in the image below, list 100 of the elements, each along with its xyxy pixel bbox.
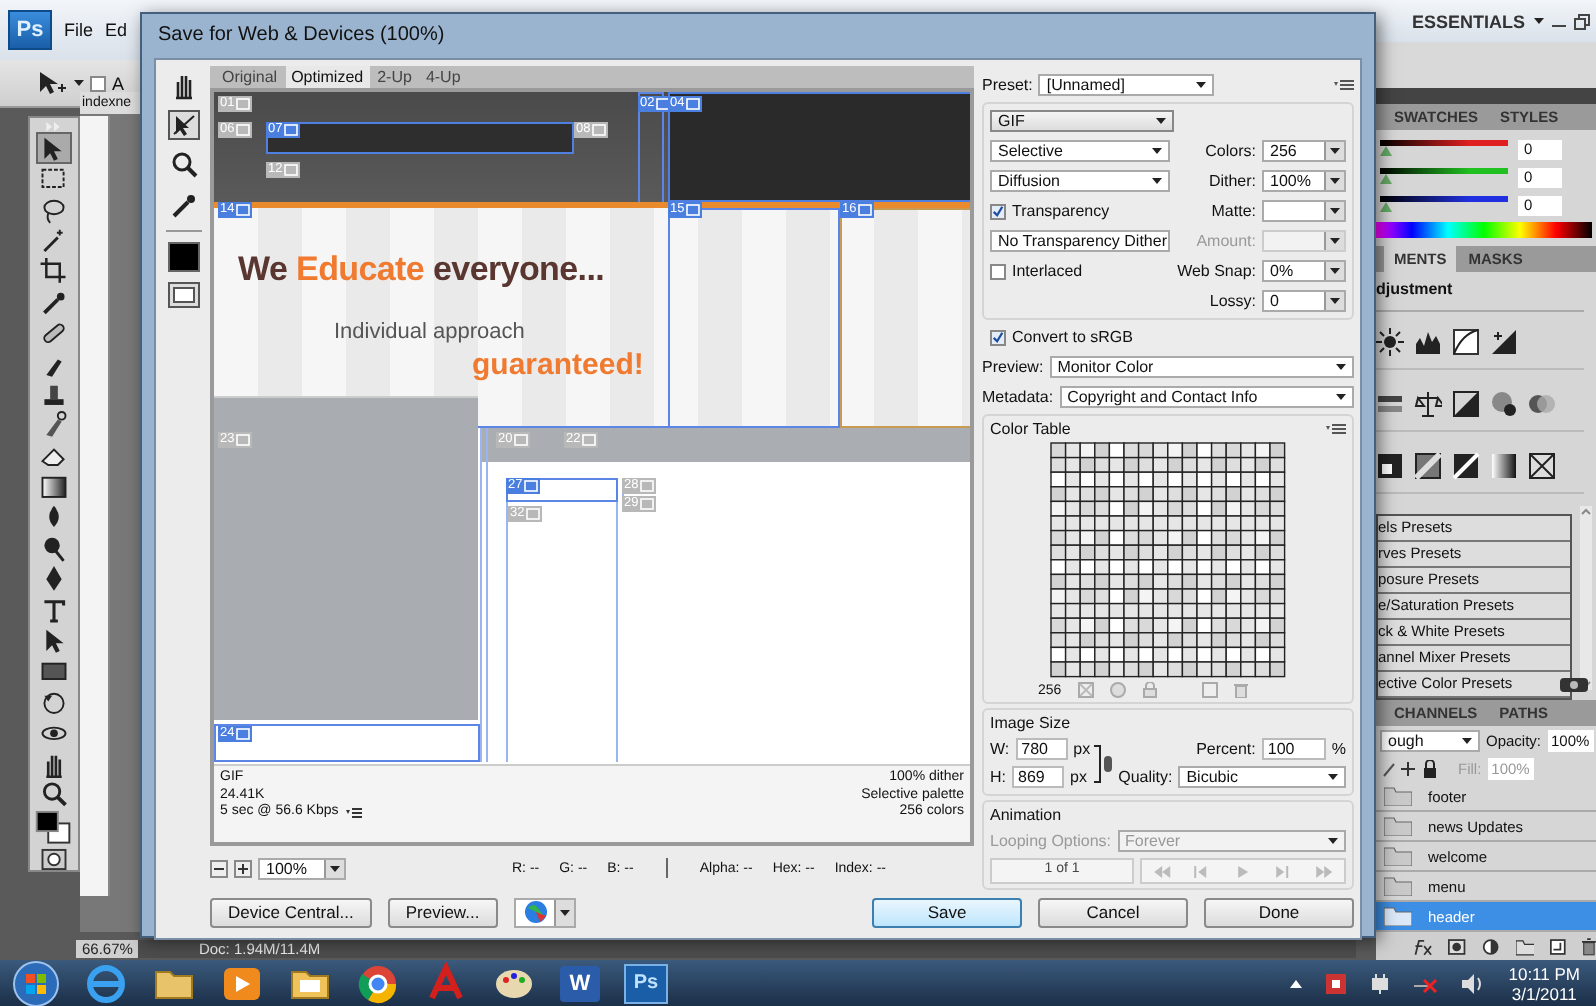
photoshop-app-icon[interactable]: Ps xyxy=(624,963,668,1003)
toggle-slices-icon[interactable] xyxy=(168,282,200,308)
folder-icon xyxy=(1384,876,1412,896)
folder-icon[interactable] xyxy=(1515,937,1535,955)
dialog-button[interactable]: Device Central... xyxy=(210,897,372,927)
checkbox[interactable] xyxy=(990,329,1006,345)
browser-circle-icon[interactable] xyxy=(356,961,400,1005)
color-slider[interactable] xyxy=(1380,168,1508,187)
gradient-square-icon[interactable] xyxy=(1414,452,1442,480)
color-swatch-grid[interactable] xyxy=(1050,442,1286,678)
sun-icon[interactable] xyxy=(1376,328,1404,356)
checkbox[interactable] xyxy=(990,203,1006,219)
color-spectrum-bar[interactable] xyxy=(1376,222,1592,239)
blend-mode-dropdown[interactable]: ough xyxy=(1380,729,1480,751)
new-layer-icon[interactable] xyxy=(1550,937,1567,955)
color-reduction-dropdown[interactable]: Selective xyxy=(990,140,1170,162)
field-label: Preview: xyxy=(982,358,1044,376)
workspace-switcher[interactable]: ESSENTIALS xyxy=(1412,11,1526,32)
plus-minus-icon[interactable] xyxy=(1490,328,1518,356)
field-label: Amount: xyxy=(1194,232,1256,250)
crop-tool-icon[interactable] xyxy=(38,256,70,286)
diagonal-stripes-icon[interactable] xyxy=(1452,452,1480,480)
zoom-in-button[interactable] xyxy=(234,859,252,877)
dodge-tool-icon[interactable] xyxy=(38,533,70,563)
scales-icon[interactable] xyxy=(1414,390,1442,418)
eyedropper-icon[interactable] xyxy=(38,287,70,317)
quick-mask-icon[interactable] xyxy=(40,847,68,871)
trash-icon[interactable] xyxy=(1582,937,1596,955)
up-arrow-icon[interactable] xyxy=(1290,979,1303,987)
bars-icon[interactable] xyxy=(1376,390,1404,418)
gradient-tool-icon[interactable] xyxy=(38,472,70,501)
network-error-icon[interactable] xyxy=(1414,973,1439,993)
mask-icon[interactable] xyxy=(1448,937,1467,955)
metadata-dropdown[interactable]: Copyright and Contact Info xyxy=(1059,386,1354,408)
new-color-icon[interactable] xyxy=(1201,682,1218,698)
menu-icon[interactable] xyxy=(346,807,363,818)
lossy-field[interactable]: 0 xyxy=(1262,290,1346,312)
zoom-dropdown[interactable]: 100% xyxy=(258,857,346,879)
web-snap-field[interactable]: 0% xyxy=(1262,260,1346,282)
text-field[interactable]: 869 xyxy=(1012,766,1064,788)
crossed-square-icon[interactable] xyxy=(1528,452,1556,480)
speaker-icon[interactable] xyxy=(1462,973,1485,993)
view-tab[interactable]: Original xyxy=(216,66,284,88)
zoom-icon[interactable] xyxy=(38,780,70,809)
panel-menu-icon[interactable] xyxy=(1326,424,1346,434)
camera-icon[interactable] xyxy=(1560,674,1588,692)
format-dropdown[interactable]: GIF xyxy=(990,110,1174,132)
browser-dropdown[interactable] xyxy=(513,897,576,927)
pdf-icon[interactable] xyxy=(424,961,468,1005)
dither-method-dropdown[interactable]: Diffusion xyxy=(990,170,1170,192)
gradient-bar-icon[interactable] xyxy=(1490,452,1518,480)
half-circle-icon[interactable] xyxy=(1482,937,1500,955)
color-slider[interactable] xyxy=(1380,196,1508,215)
matte-dropdown[interactable] xyxy=(1262,200,1346,222)
browser-e-icon[interactable] xyxy=(84,961,128,1005)
lasso-tool-icon[interactable] xyxy=(38,195,70,224)
preview-dropdown[interactable]: Monitor Color xyxy=(1049,356,1354,378)
move-tool-icon[interactable] xyxy=(38,133,70,163)
dialog-button[interactable]: Save xyxy=(872,897,1022,927)
circles-icon[interactable] xyxy=(1490,390,1518,418)
dialog-button[interactable]: Preview... xyxy=(387,897,498,927)
word-app-icon[interactable]: W xyxy=(560,965,600,1001)
start-orb-icon[interactable] xyxy=(12,959,60,1006)
menu-item[interactable]: File xyxy=(64,20,94,40)
preset-dropdown[interactable]: [Unnamed] xyxy=(1038,74,1215,96)
checkbox[interactable] xyxy=(90,75,106,91)
overlapping-circles-icon[interactable] xyxy=(1528,390,1556,418)
checkbox[interactable] xyxy=(990,263,1006,279)
zoom-out-button[interactable] xyxy=(210,859,228,877)
menu-item[interactable]: Ed xyxy=(105,20,128,40)
text-field[interactable]: 100 xyxy=(1261,738,1326,760)
type-tool-icon[interactable] xyxy=(38,595,70,625)
colors-field[interactable]: 256 xyxy=(1262,140,1346,162)
zoom-icon[interactable] xyxy=(168,150,200,180)
rotate-view-icon[interactable] xyxy=(38,687,70,717)
caret-icon xyxy=(1330,238,1340,244)
dialog-button[interactable]: Cancel xyxy=(1038,897,1188,927)
marquee-tool-icon[interactable] xyxy=(38,164,70,194)
curve-graph-icon[interactable] xyxy=(1452,328,1480,356)
view-tab[interactable]: 4-Up xyxy=(419,66,467,88)
eyedropper-color-swatch[interactable] xyxy=(168,242,200,272)
view-tab[interactable]: Optimized xyxy=(285,66,370,88)
fx-icon[interactable] xyxy=(1412,937,1433,955)
dither-field[interactable]: 100% xyxy=(1262,170,1346,192)
quality-dropdown[interactable]: Bicubic xyxy=(1178,766,1346,788)
transparency-dither-dropdown[interactable]: No Transparency Dither xyxy=(990,230,1170,252)
dialog-button[interactable]: Done xyxy=(1204,897,1354,927)
eyedropper-icon[interactable] xyxy=(168,190,200,220)
panel-menu-icon[interactable] xyxy=(1334,80,1354,90)
slice-select-tool-icon[interactable] xyxy=(168,110,200,140)
power-plug-icon[interactable] xyxy=(1370,973,1391,993)
restore-icon[interactable] xyxy=(1573,13,1590,30)
triangle-icon[interactable] xyxy=(1452,390,1480,418)
clock[interactable]: 10:11 PM 3/1/2011 xyxy=(1508,963,1596,1003)
histogram-icon[interactable] xyxy=(1414,328,1442,356)
color-slider[interactable] xyxy=(1380,140,1508,159)
text-field[interactable]: 780 xyxy=(1015,738,1068,760)
view-tab[interactable]: 2-Up xyxy=(371,66,418,88)
scroll-bar-icon[interactable] xyxy=(1580,506,1592,690)
square-icon[interactable] xyxy=(1376,452,1404,480)
